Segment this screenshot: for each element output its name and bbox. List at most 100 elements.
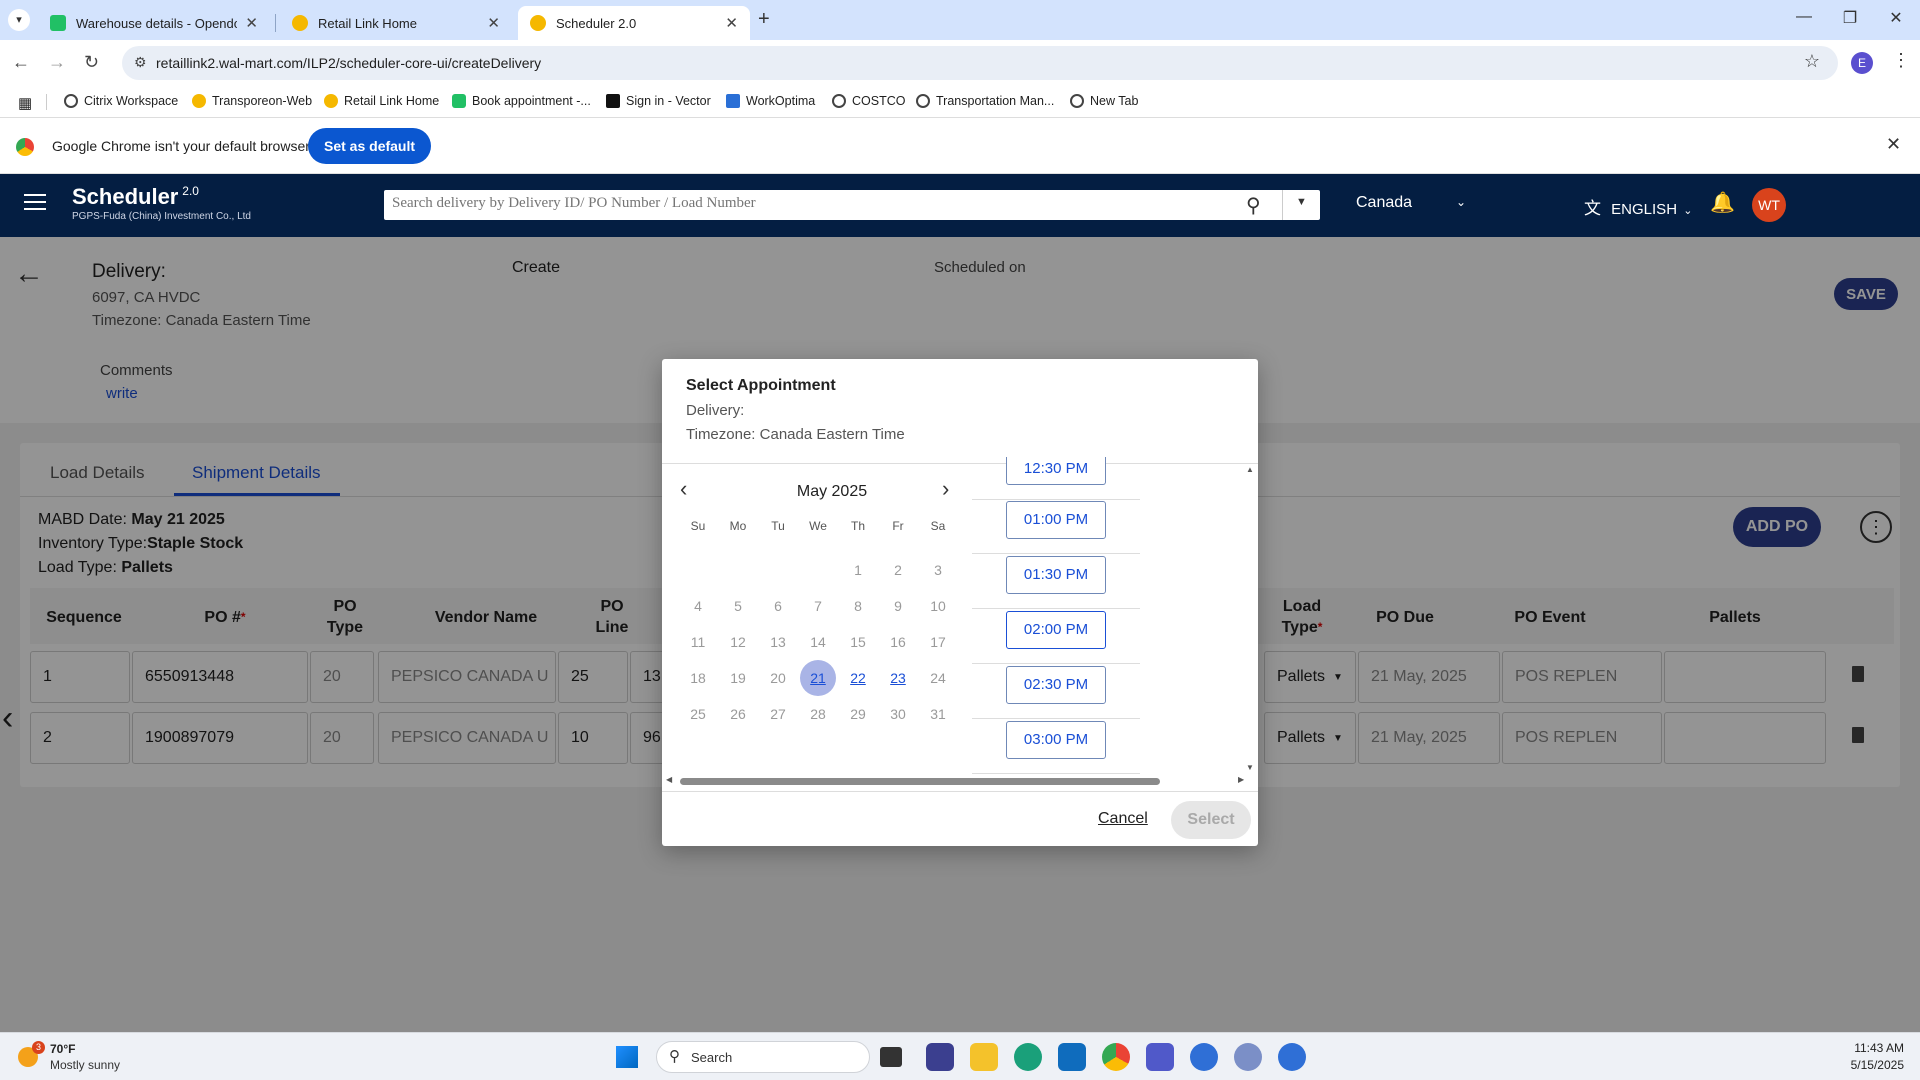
weekday-header: Mo (729, 519, 747, 533)
next-month-chevron-icon[interactable]: › (942, 476, 949, 502)
month-label: May 2025 (796, 483, 868, 500)
scroll-down-arrow-icon[interactable]: ▼ (1246, 763, 1254, 772)
language-select[interactable]: 文 ENGLISH ⌄ (1584, 194, 1692, 219)
weather-temp: 70°F (50, 1042, 76, 1056)
tab-title: Retail Link Home (318, 15, 417, 31)
time-slot-button[interactable]: 01:00 PM (1006, 501, 1106, 539)
restore-icon[interactable]: ❐ (1830, 8, 1870, 28)
reload-icon[interactable]: ↻ (84, 52, 99, 73)
delivery-search-box[interactable]: ⚲ ▼ (384, 190, 1320, 220)
horizontal-scrollbar[interactable]: ◀ ▶ (666, 775, 1246, 787)
calendar-day-24: 24 (930, 670, 946, 686)
new-tab-button[interactable]: + (758, 8, 770, 31)
scheduler-logo: Scheduler 2.0 PGPS-Fuda (China) Investme… (72, 184, 251, 222)
tab-retail-link[interactable]: Retail Link Home ✕ (280, 6, 512, 40)
time-slot-button[interactable]: 03:00 PM (1006, 721, 1106, 759)
time-slot-button[interactable]: 02:30 PM (1006, 666, 1106, 704)
tab-search-button[interactable]: ▾ (8, 9, 30, 31)
site-info-icon[interactable]: ⚙ (134, 54, 147, 71)
bookmark-book-appointment[interactable]: Book appointment -... (452, 94, 591, 108)
horizontal-scroll-thumb[interactable] (680, 778, 1160, 785)
calendar-day-30: 30 (890, 706, 906, 722)
time-slot-button[interactable]: 02:00 PM (1006, 611, 1106, 649)
delivery-search-input[interactable] (392, 195, 1232, 212)
apps-grid-icon[interactable]: ▦ (18, 94, 32, 112)
tab-opendock[interactable]: Warehouse details - Opendock ✕ (38, 6, 270, 40)
bookmark-costco[interactable]: COSTCO (832, 94, 905, 108)
dialog-timezone: Timezone: Canada Eastern Time (686, 426, 905, 443)
set-as-default-button[interactable]: Set as default (308, 128, 432, 164)
notifications-bell-icon[interactable]: 🔔 (1710, 190, 1735, 215)
bookmark-new-tab[interactable]: New Tab (1070, 94, 1138, 108)
browser-menu-icon[interactable]: ⋮ (1892, 50, 1910, 71)
calendar-day-23[interactable]: 23 (880, 660, 916, 696)
user-avatar[interactable]: WT (1752, 188, 1786, 222)
search-icon[interactable]: ⚲ (1246, 193, 1261, 218)
calendar-day-22[interactable]: 22 (840, 660, 876, 696)
profile-avatar[interactable]: E (1851, 52, 1873, 74)
time-slot-button[interactable]: 01:30 PM (1006, 556, 1106, 594)
back-icon[interactable]: ← (12, 52, 30, 73)
tab-scheduler[interactable]: Scheduler 2.0 ✕ (518, 6, 750, 40)
close-tab-icon[interactable]: ✕ (487, 14, 500, 32)
slot-divider (972, 773, 1140, 774)
vertical-scrollbar[interactable]: ▲ ▼ (1246, 465, 1256, 775)
outlook-icon[interactable] (1058, 1043, 1086, 1071)
citrix-session-icon[interactable] (1190, 1043, 1218, 1071)
close-window-icon[interactable]: ✕ (1876, 8, 1916, 28)
calendar-day-6: 6 (774, 598, 782, 614)
walmart-spark-icon (292, 15, 308, 31)
transporeon-icon (192, 94, 206, 108)
forward-icon[interactable]: → (48, 52, 66, 73)
task-view-icon[interactable] (880, 1047, 902, 1067)
bookmark-transportation[interactable]: Transportation Man... (916, 94, 1054, 108)
bookmark-workoptima[interactable]: WorkOptima (726, 94, 815, 108)
bookmark-citrix[interactable]: Citrix Workspace (64, 94, 178, 108)
scroll-left-arrow-icon[interactable]: ◀ (666, 775, 672, 784)
bookmark-transporeon[interactable]: Transporeon-Web (192, 94, 312, 108)
bookmark-retail-link[interactable]: Retail Link Home (324, 94, 439, 108)
calendar-day-2: 2 (894, 562, 902, 578)
taskbar-clock[interactable]: 11:43 AM 5/15/2025 (1820, 1041, 1904, 1072)
minimize-icon[interactable]: — (1784, 8, 1824, 26)
search-dropdown-icon[interactable]: ▼ (1296, 196, 1307, 208)
select-button[interactable]: Select (1171, 801, 1251, 839)
close-tab-icon[interactable]: ✕ (725, 14, 738, 32)
edge-browser-icon[interactable] (1014, 1043, 1042, 1071)
calendar-day-12: 12 (730, 634, 746, 650)
hamburger-menu-icon[interactable] (24, 194, 46, 210)
bookmark-star-icon[interactable]: ☆ (1804, 51, 1820, 72)
country-select[interactable]: Canada ⌄ (1356, 194, 1466, 212)
prev-month-chevron-icon[interactable]: ‹ (680, 476, 687, 502)
chrome-icon[interactable] (1102, 1043, 1130, 1071)
citrix-session-icon[interactable] (1278, 1043, 1306, 1071)
weekday-header: Sa (930, 519, 946, 533)
teams-icon[interactable] (1146, 1043, 1174, 1071)
citrix-workspace-app-icon[interactable] (926, 1043, 954, 1071)
address-bar[interactable]: ⚙ retaillink2.wal-mart.com/ILP2/schedule… (122, 46, 1838, 80)
weather-widget[interactable]: 3 70°F Mostly sunny (18, 1041, 138, 1073)
file-explorer-icon[interactable] (970, 1043, 998, 1071)
bookmark-vector[interactable]: Sign in - Vector (606, 94, 711, 108)
url-text: retaillink2.wal-mart.com/ILP2/scheduler-… (156, 55, 542, 71)
opendock-icon (452, 94, 466, 108)
scroll-up-arrow-icon[interactable]: ▲ (1246, 465, 1256, 474)
taskbar-search-placeholder: Search (691, 1050, 733, 1065)
close-tab-icon[interactable]: ✕ (245, 14, 258, 32)
calendar-day-10: 10 (930, 598, 946, 614)
start-button[interactable] (616, 1046, 638, 1068)
globe-app-icon[interactable] (1234, 1043, 1262, 1071)
calendar-day-8: 8 (854, 598, 862, 614)
calendar-day-9: 9 (894, 598, 902, 614)
taskbar-search-box[interactable]: ⚲ Search (656, 1041, 870, 1073)
calendar-day-7: 7 (814, 598, 822, 614)
calendar-day-28: 28 (810, 706, 826, 722)
calendar-day-21[interactable]: 21 (800, 660, 836, 696)
slot-divider (972, 663, 1140, 664)
cancel-button[interactable]: Cancel (1098, 810, 1148, 828)
calendar-day-13: 13 (770, 634, 786, 650)
opendock-favicon-icon (50, 15, 66, 31)
close-infobar-icon[interactable]: ✕ (1886, 134, 1901, 155)
time-slot-button[interactable]: 12:30 PM (1006, 457, 1106, 485)
scroll-right-arrow-icon[interactable]: ▶ (1238, 775, 1244, 784)
